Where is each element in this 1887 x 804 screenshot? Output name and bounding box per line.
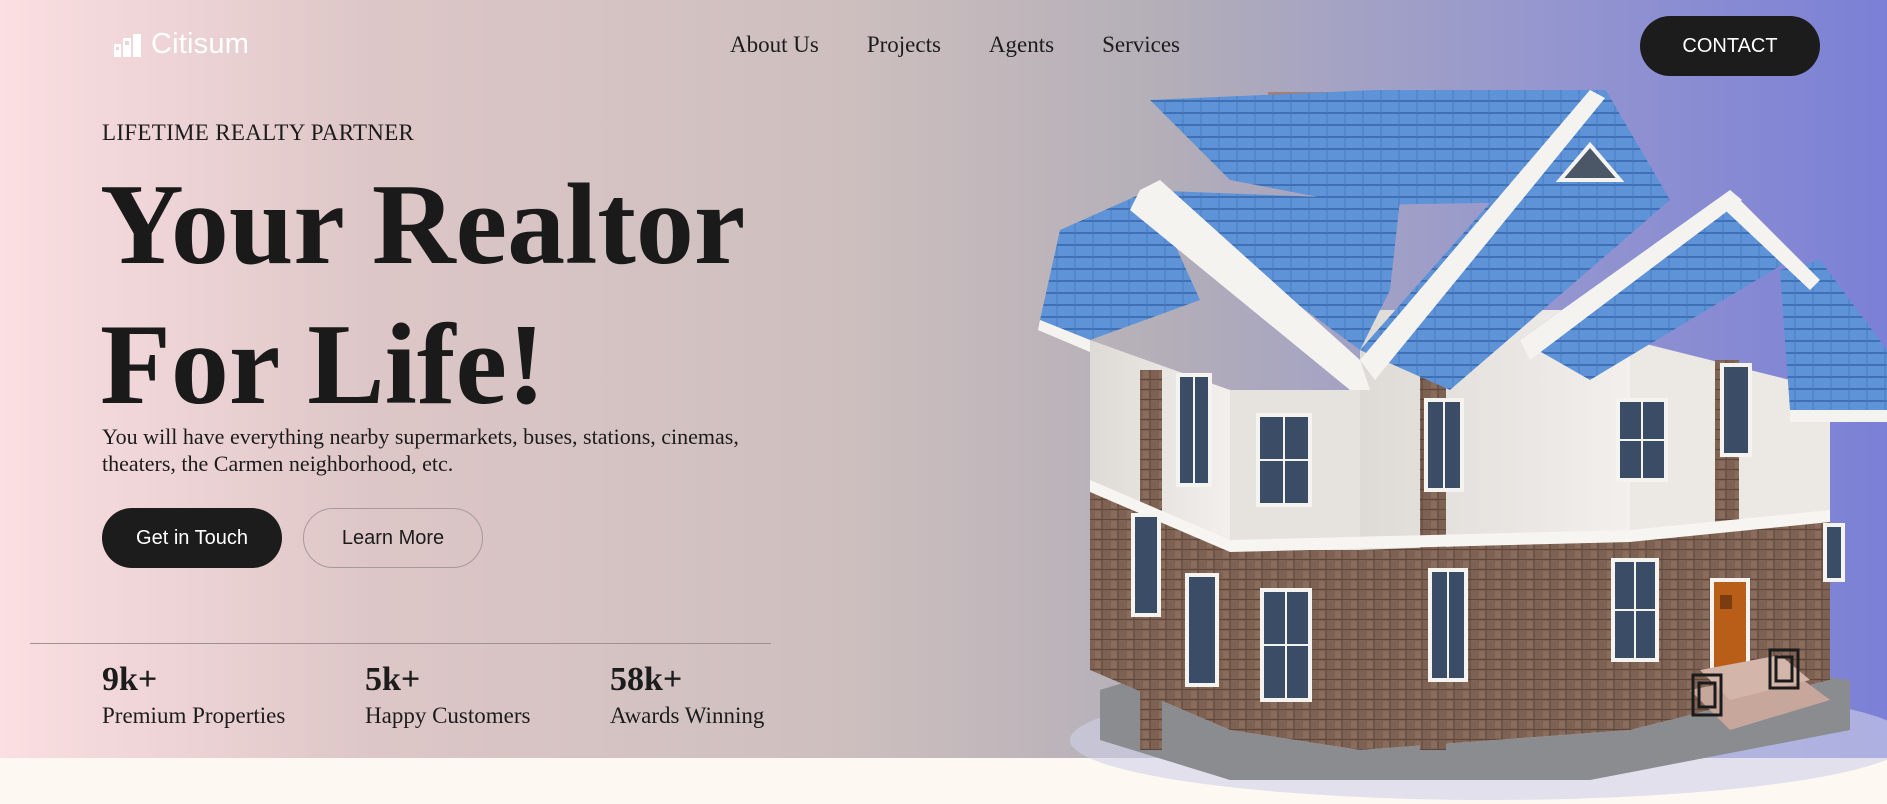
nav-item-services[interactable]: Services xyxy=(1102,32,1180,58)
hero-description: You will have everything nearby supermar… xyxy=(102,424,739,476)
contact-button[interactable]: CONTACT xyxy=(1640,16,1820,76)
stat-value: 5k+ xyxy=(365,661,421,698)
headline-line-1: Your Realtor xyxy=(100,161,746,289)
nav-item-about-us[interactable]: About Us xyxy=(730,32,819,58)
stat-label: Awards Winning xyxy=(610,703,765,728)
stat-value: 9k+ xyxy=(102,661,158,698)
headline-line-2: For Life! xyxy=(100,301,546,429)
nav-item-agents[interactable]: Agents xyxy=(989,32,1054,58)
hero-eyebrow: LIFETIME REALTY PARTNER xyxy=(102,120,415,145)
main-nav: About Us Projects Agents Services xyxy=(730,32,1180,58)
stat-label: Happy Customers xyxy=(365,703,531,728)
buildings-icon xyxy=(114,33,141,57)
nav-item-projects[interactable]: Projects xyxy=(867,32,941,58)
get-in-touch-button[interactable]: Get in Touch xyxy=(102,508,282,568)
brand-name: Citisum xyxy=(151,28,250,60)
stats-divider xyxy=(30,643,771,644)
stat-value: 58k+ xyxy=(610,661,683,698)
house-illustration xyxy=(1038,90,1887,800)
hero-headline: Your Realtor For Life! xyxy=(100,155,745,435)
stat-label: Premium Properties xyxy=(102,703,286,728)
stat-awards-winning: 58k+ Awards Winning xyxy=(610,660,764,730)
stat-happy-customers: 5k+ Happy Customers xyxy=(365,660,530,730)
learn-more-button[interactable]: Learn More xyxy=(303,508,483,568)
stat-premium-properties: 9k+ Premium Properties xyxy=(102,660,285,730)
brand-logo[interactable]: Citisum xyxy=(113,28,249,61)
